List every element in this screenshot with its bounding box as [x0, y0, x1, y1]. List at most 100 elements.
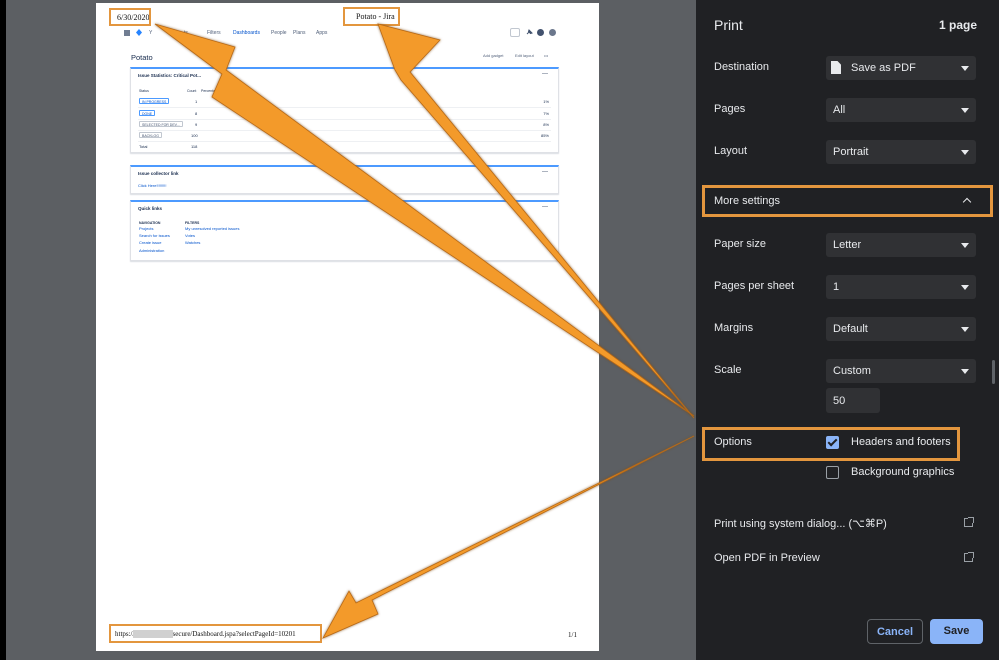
- count-cell: 8: [195, 111, 198, 116]
- row-divider: [138, 119, 551, 120]
- jira-logo-icon: [136, 29, 142, 36]
- row-divider: [138, 130, 551, 131]
- nav-filters: Filters: [207, 30, 221, 36]
- system-dialog-link[interactable]: Print using system dialog... (⌥⌘P): [714, 517, 887, 530]
- dashboard-title: Potato: [131, 53, 153, 62]
- destination-select[interactable]: Save as PDF: [826, 56, 976, 80]
- gadget-title: Issue Statistics: Critical Pot...: [138, 73, 202, 78]
- page-count: 1 page: [938, 18, 977, 32]
- annotation-box-footer: [109, 624, 322, 643]
- layout-select[interactable]: Portrait: [826, 140, 976, 164]
- filters-header: FILTERS: [185, 221, 200, 225]
- gadget-title: Quick links: [138, 206, 163, 211]
- nav-apps: Apps: [316, 30, 328, 36]
- percent-cell: 1%: [543, 99, 549, 104]
- annotation-box-title: [343, 7, 400, 26]
- margins-label: Margins: [714, 322, 754, 334]
- total-label: Total: [139, 144, 148, 149]
- chevron-down-icon: [961, 285, 969, 290]
- quick-link: Create issue: [139, 240, 162, 245]
- row-divider: [138, 141, 551, 142]
- filter-link: My unresolved reported issues: [185, 226, 240, 231]
- nav-plans: Plans: [293, 30, 306, 36]
- notifications-icon: [526, 29, 533, 36]
- row-divider: [138, 107, 551, 108]
- destination-value: Save as PDF: [851, 62, 916, 74]
- quick-links-gadget: Quick links — NAVIGATION Projects Search…: [130, 200, 559, 261]
- scale-value: Custom: [833, 365, 871, 377]
- chevron-down-icon: [961, 327, 969, 332]
- scrollbar[interactable]: [992, 360, 995, 384]
- nav-projects: ts: [184, 30, 188, 36]
- percent-cell: 8%: [543, 122, 549, 127]
- print-footer-page: 1/1: [568, 631, 577, 639]
- headers-footers-label: Headers and footers: [851, 436, 951, 448]
- count-cell: 9: [195, 122, 198, 127]
- annotation-box-date: [109, 8, 151, 26]
- filter-link: Votes: [185, 233, 196, 238]
- scale-label: Scale: [714, 364, 742, 376]
- search-icon: [510, 28, 520, 37]
- layout-value: Portrait: [833, 146, 869, 158]
- options-label: Options: [714, 436, 752, 448]
- gadget-menu-icon: —: [542, 71, 548, 77]
- paper-size-value: Letter: [833, 239, 862, 251]
- chevron-down-icon: [961, 108, 969, 113]
- pages-per-sheet-select[interactable]: 1: [826, 275, 976, 299]
- nav-people: People: [271, 30, 287, 36]
- jira-nav-bar: Y ts Filters Dashboards People Plans App…: [122, 28, 562, 40]
- save-button[interactable]: Save: [930, 619, 983, 644]
- panel-title: Print: [714, 17, 743, 33]
- issue-statistics-gadget: Issue Statistics: Critical Pot... — Stat…: [130, 67, 559, 153]
- app-switcher-icon: [124, 30, 130, 36]
- quick-link: Projects: [139, 226, 154, 231]
- scale-custom-value: 50: [833, 395, 846, 407]
- open-pdf-preview-link[interactable]: Open PDF in Preview: [714, 552, 820, 564]
- status-lozenge: DONE: [139, 110, 156, 116]
- total-value: 118: [191, 144, 198, 149]
- percent-cell: 7%: [543, 111, 549, 116]
- gadget-menu-icon: —: [542, 169, 548, 175]
- add-gadget-link: Add gadget: [483, 53, 504, 58]
- more-settings-toggle[interactable]: More settings: [702, 185, 993, 217]
- count-cell: 1: [195, 99, 198, 104]
- nav-your-work: Y: [149, 30, 153, 36]
- collector-link: Click Here!!!!!!!!!: [138, 183, 167, 188]
- background-graphics-label: Background graphics: [851, 466, 955, 478]
- pages-label: Pages: [714, 103, 746, 115]
- status-lozenge: SELECTED FOR DEV...: [139, 121, 183, 127]
- filter-link: Watches: [185, 240, 201, 245]
- scale-select[interactable]: Custom: [826, 359, 976, 383]
- settings-icon: [549, 29, 556, 36]
- navigation-header: NAVIGATION: [139, 221, 161, 225]
- chevron-down-icon: [961, 369, 969, 374]
- quick-link: Administration: [139, 248, 165, 253]
- paper-size-select[interactable]: Letter: [826, 233, 976, 257]
- layout-label: Layout: [714, 145, 748, 157]
- issue-collector-gadget: Issue collector link — Click Here!!!!!!!…: [130, 165, 559, 194]
- pdf-file-icon: [831, 61, 841, 74]
- cancel-button[interactable]: Cancel: [867, 619, 923, 644]
- pages-per-sheet-label: Pages per sheet: [714, 280, 795, 292]
- headers-footers-checkbox[interactable]: [826, 436, 839, 449]
- background-graphics-checkbox[interactable]: [826, 466, 839, 479]
- chevron-down-icon: [961, 150, 969, 155]
- print-settings-panel: Print 1 page Destination Save as PDF Pag…: [696, 0, 999, 660]
- paper-size-label: Paper size: [714, 238, 766, 250]
- margins-select[interactable]: Default: [826, 317, 976, 341]
- percent-cell: 85%: [540, 133, 549, 138]
- more-settings-label: More settings: [714, 195, 781, 207]
- open-external-icon: [964, 517, 974, 527]
- dashboard-more-icon: •••: [544, 53, 549, 58]
- scale-custom-input[interactable]: 50: [826, 388, 880, 413]
- col-percentage: Percentage: [201, 89, 219, 93]
- chevron-down-icon: [961, 66, 969, 71]
- gadget-title: Issue collector link: [138, 171, 179, 176]
- col-status: Status: [139, 89, 149, 93]
- pages-per-sheet-value: 1: [833, 281, 840, 293]
- nav-dashboards: Dashboards: [233, 30, 260, 36]
- pages-select[interactable]: All: [826, 98, 976, 122]
- status-lozenge: BACKLOG: [139, 132, 162, 138]
- count-cell: 100: [191, 133, 198, 138]
- destination-label: Destination: [714, 61, 770, 73]
